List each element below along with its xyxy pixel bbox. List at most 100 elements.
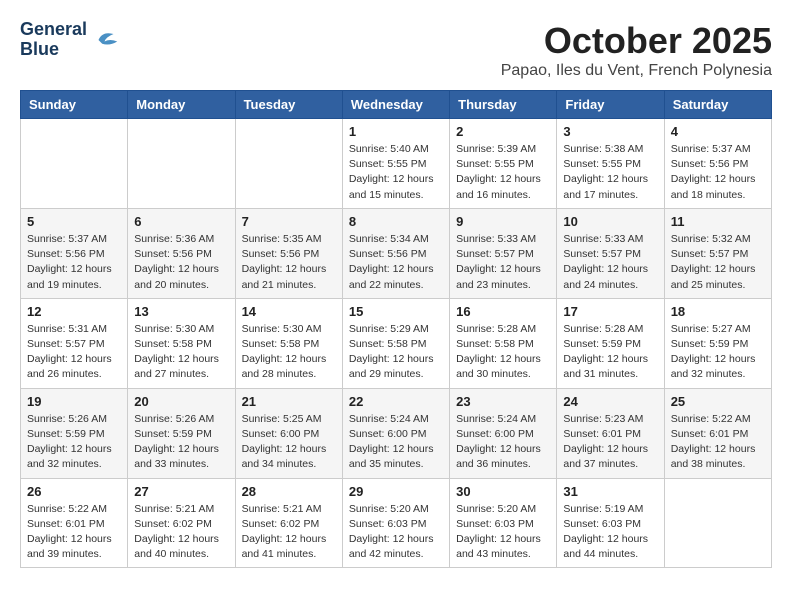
day-info: Sunrise: 5:21 AM Sunset: 6:02 PM Dayligh… (134, 502, 228, 563)
day-number: 11 (671, 214, 765, 229)
calendar-cell: 1 Sunrise: 5:40 AM Sunset: 5:55 PM Daylig… (342, 119, 449, 209)
calendar-table: SundayMondayTuesdayWednesdayThursdayFrid… (20, 90, 772, 568)
day-header-friday: Friday (557, 91, 664, 119)
day-info: Sunrise: 5:30 AM Sunset: 5:58 PM Dayligh… (242, 322, 336, 383)
calendar-cell (235, 119, 342, 209)
day-info: Sunrise: 5:39 AM Sunset: 5:55 PM Dayligh… (456, 142, 550, 203)
calendar-week-row: 1 Sunrise: 5:40 AM Sunset: 5:55 PM Daylig… (21, 119, 772, 209)
day-number: 20 (134, 394, 228, 409)
calendar-cell: 25 Sunrise: 5:22 AM Sunset: 6:01 PM Dayli… (664, 388, 771, 478)
day-info: Sunrise: 5:20 AM Sunset: 6:03 PM Dayligh… (456, 502, 550, 563)
calendar-cell: 26 Sunrise: 5:22 AM Sunset: 6:01 PM Dayli… (21, 478, 128, 568)
day-number: 10 (563, 214, 657, 229)
day-info: Sunrise: 5:26 AM Sunset: 5:59 PM Dayligh… (134, 412, 228, 473)
day-number: 29 (349, 484, 443, 499)
day-info: Sunrise: 5:21 AM Sunset: 6:02 PM Dayligh… (242, 502, 336, 563)
day-info: Sunrise: 5:37 AM Sunset: 5:56 PM Dayligh… (27, 232, 121, 293)
day-number: 3 (563, 124, 657, 139)
day-number: 15 (349, 304, 443, 319)
day-info: Sunrise: 5:26 AM Sunset: 5:59 PM Dayligh… (27, 412, 121, 473)
calendar-week-row: 5 Sunrise: 5:37 AM Sunset: 5:56 PM Daylig… (21, 208, 772, 298)
day-header-tuesday: Tuesday (235, 91, 342, 119)
day-info: Sunrise: 5:40 AM Sunset: 5:55 PM Dayligh… (349, 142, 443, 203)
day-info: Sunrise: 5:24 AM Sunset: 6:00 PM Dayligh… (349, 412, 443, 473)
page-header: General Blue October 2025 Papao, Iles du… (20, 20, 772, 80)
day-info: Sunrise: 5:29 AM Sunset: 5:58 PM Dayligh… (349, 322, 443, 383)
day-info: Sunrise: 5:25 AM Sunset: 6:00 PM Dayligh… (242, 412, 336, 473)
day-info: Sunrise: 5:20 AM Sunset: 6:03 PM Dayligh… (349, 502, 443, 563)
day-number: 25 (671, 394, 765, 409)
day-number: 7 (242, 214, 336, 229)
day-info: Sunrise: 5:30 AM Sunset: 5:58 PM Dayligh… (134, 322, 228, 383)
calendar-cell: 11 Sunrise: 5:32 AM Sunset: 5:57 PM Dayli… (664, 208, 771, 298)
calendar-week-row: 19 Sunrise: 5:26 AM Sunset: 5:59 PM Dayli… (21, 388, 772, 478)
day-header-monday: Monday (128, 91, 235, 119)
day-info: Sunrise: 5:22 AM Sunset: 6:01 PM Dayligh… (671, 412, 765, 473)
calendar-cell (664, 478, 771, 568)
title-block: October 2025 Papao, Iles du Vent, French… (501, 20, 772, 80)
calendar-cell: 4 Sunrise: 5:37 AM Sunset: 5:56 PM Daylig… (664, 119, 771, 209)
day-header-wednesday: Wednesday (342, 91, 449, 119)
day-number: 30 (456, 484, 550, 499)
day-info: Sunrise: 5:22 AM Sunset: 6:01 PM Dayligh… (27, 502, 121, 563)
calendar-cell: 13 Sunrise: 5:30 AM Sunset: 5:58 PM Dayli… (128, 298, 235, 388)
day-info: Sunrise: 5:33 AM Sunset: 5:57 PM Dayligh… (456, 232, 550, 293)
calendar-cell: 31Sunrise: 5:19 AM Sunset: 6:03 PM Dayli… (557, 478, 664, 568)
calendar-cell: 29 Sunrise: 5:20 AM Sunset: 6:03 PM Dayli… (342, 478, 449, 568)
day-header-thursday: Thursday (450, 91, 557, 119)
day-info: Sunrise: 5:38 AM Sunset: 5:55 PM Dayligh… (563, 142, 657, 203)
day-number: 1 (349, 124, 443, 139)
day-info: Sunrise: 5:24 AM Sunset: 6:00 PM Dayligh… (456, 412, 550, 473)
day-info: Sunrise: 5:28 AM Sunset: 5:58 PM Dayligh… (456, 322, 550, 383)
calendar-cell: 8 Sunrise: 5:34 AM Sunset: 5:56 PM Daylig… (342, 208, 449, 298)
day-number: 16 (456, 304, 550, 319)
logo-bird-icon (91, 25, 121, 55)
calendar-cell: 18 Sunrise: 5:27 AM Sunset: 5:59 PM Dayli… (664, 298, 771, 388)
day-info: Sunrise: 5:33 AM Sunset: 5:57 PM Dayligh… (563, 232, 657, 293)
calendar-cell: 21 Sunrise: 5:25 AM Sunset: 6:00 PM Dayli… (235, 388, 342, 478)
calendar-cell: 24Sunrise: 5:23 AM Sunset: 6:01 PM Dayli… (557, 388, 664, 478)
day-number: 12 (27, 304, 121, 319)
calendar-cell (21, 119, 128, 209)
day-number: 19 (27, 394, 121, 409)
calendar-cell: 17Sunrise: 5:28 AM Sunset: 5:59 PM Dayli… (557, 298, 664, 388)
day-number: 22 (349, 394, 443, 409)
day-info: Sunrise: 5:27 AM Sunset: 5:59 PM Dayligh… (671, 322, 765, 383)
day-number: 26 (27, 484, 121, 499)
day-info: Sunrise: 5:31 AM Sunset: 5:57 PM Dayligh… (27, 322, 121, 383)
calendar-cell: 7 Sunrise: 5:35 AM Sunset: 5:56 PM Daylig… (235, 208, 342, 298)
day-number: 14 (242, 304, 336, 319)
day-number: 21 (242, 394, 336, 409)
day-info: Sunrise: 5:37 AM Sunset: 5:56 PM Dayligh… (671, 142, 765, 203)
day-info: Sunrise: 5:23 AM Sunset: 6:01 PM Dayligh… (563, 412, 657, 473)
calendar-cell: 20 Sunrise: 5:26 AM Sunset: 5:59 PM Dayli… (128, 388, 235, 478)
calendar-cell: 3 Sunrise: 5:38 AM Sunset: 5:55 PM Daylig… (557, 119, 664, 209)
day-info: Sunrise: 5:36 AM Sunset: 5:56 PM Dayligh… (134, 232, 228, 293)
day-number: 18 (671, 304, 765, 319)
logo-line1: General (20, 20, 87, 40)
calendar-header-row: SundayMondayTuesdayWednesdayThursdayFrid… (21, 91, 772, 119)
calendar-cell: 28 Sunrise: 5:21 AM Sunset: 6:02 PM Dayli… (235, 478, 342, 568)
day-info: Sunrise: 5:35 AM Sunset: 5:56 PM Dayligh… (242, 232, 336, 293)
day-info: Sunrise: 5:32 AM Sunset: 5:57 PM Dayligh… (671, 232, 765, 293)
calendar-week-row: 12 Sunrise: 5:31 AM Sunset: 5:57 PM Dayli… (21, 298, 772, 388)
calendar-cell: 22 Sunrise: 5:24 AM Sunset: 6:00 PM Dayli… (342, 388, 449, 478)
day-number: 31 (563, 484, 657, 499)
calendar-cell: 30 Sunrise: 5:20 AM Sunset: 6:03 PM Dayli… (450, 478, 557, 568)
calendar-cell: 2Sunrise: 5:39 AM Sunset: 5:55 PM Daylig… (450, 119, 557, 209)
logo: General Blue (20, 20, 121, 60)
calendar-cell: 6 Sunrise: 5:36 AM Sunset: 5:56 PM Daylig… (128, 208, 235, 298)
calendar-cell: 12 Sunrise: 5:31 AM Sunset: 5:57 PM Dayli… (21, 298, 128, 388)
calendar-cell: 14 Sunrise: 5:30 AM Sunset: 5:58 PM Dayli… (235, 298, 342, 388)
day-number: 8 (349, 214, 443, 229)
day-info: Sunrise: 5:34 AM Sunset: 5:56 PM Dayligh… (349, 232, 443, 293)
day-number: 28 (242, 484, 336, 499)
day-number: 13 (134, 304, 228, 319)
calendar-cell: 10 Sunrise: 5:33 AM Sunset: 5:57 PM Dayli… (557, 208, 664, 298)
day-number: 6 (134, 214, 228, 229)
day-number: 4 (671, 124, 765, 139)
month-title: October 2025 (501, 20, 772, 62)
calendar-cell: 27Sunrise: 5:21 AM Sunset: 6:02 PM Dayli… (128, 478, 235, 568)
day-number: 5 (27, 214, 121, 229)
location: Papao, Iles du Vent, French Polynesia (501, 62, 772, 80)
